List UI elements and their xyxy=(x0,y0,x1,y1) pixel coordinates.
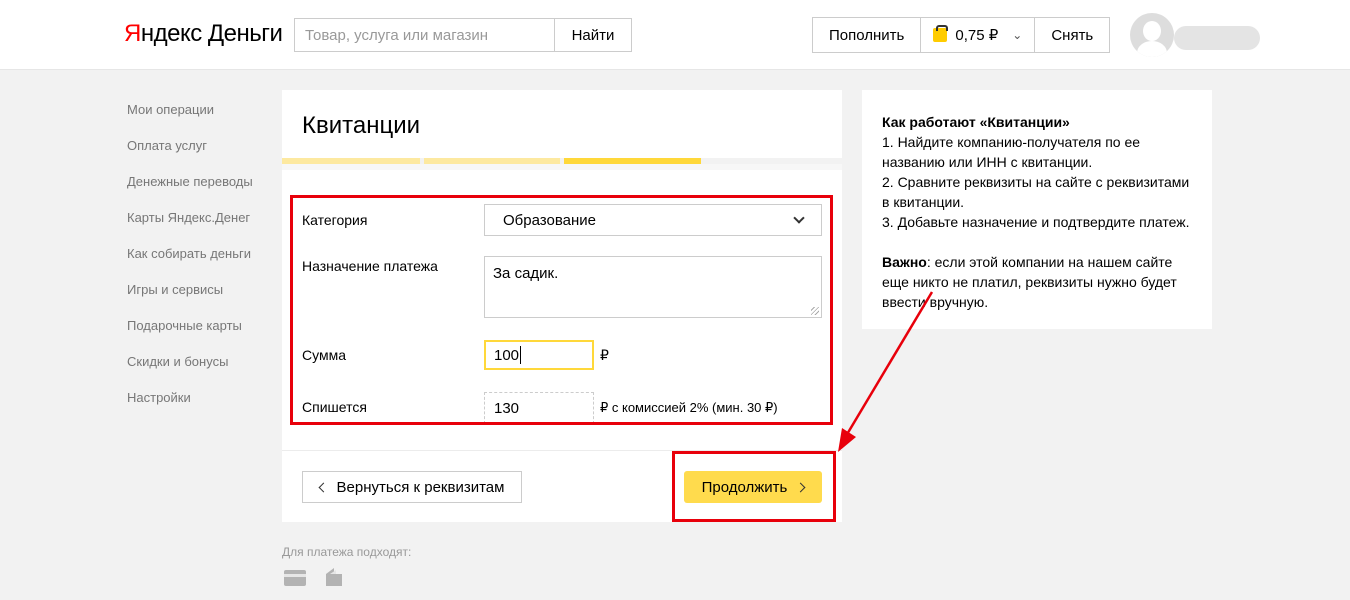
sidebar-item-settings[interactable]: Настройки xyxy=(127,388,253,424)
username-redacted[interactable] xyxy=(1174,26,1260,50)
back-to-details-button[interactable]: Вернуться к реквизитам xyxy=(302,471,522,503)
header: Яндекс Деньги Найти Пополнить 0,75 ₽ ⌄ С… xyxy=(0,0,1350,70)
sidebar-item-games[interactable]: Игры и сервисы xyxy=(127,280,253,316)
annotation-form-highlight xyxy=(290,195,833,425)
avatar-body xyxy=(1137,41,1167,57)
topup-button[interactable]: Пополнить xyxy=(813,18,920,52)
sidebar-item-cards[interactable]: Карты Яндекс.Денег xyxy=(127,208,253,244)
info-title: Как работают «Квитанции» xyxy=(882,114,1070,130)
sidebar-item-payments[interactable]: Оплата услуг xyxy=(127,136,253,172)
sidebar-item-discounts[interactable]: Скидки и бонусы xyxy=(127,352,253,388)
sidebar-item-gift-cards[interactable]: Подарочные карты xyxy=(127,316,253,352)
bank-card-icon xyxy=(284,570,306,586)
info-panel: Как работают «Квитанции» 1. Найдите комп… xyxy=(862,90,1212,329)
withdraw-button[interactable]: Снять xyxy=(1034,18,1109,52)
section-separator xyxy=(282,164,842,170)
search-bar: Найти xyxy=(294,18,632,52)
avatar-head xyxy=(1143,21,1161,41)
sidebar-item-operations[interactable]: Мои операции xyxy=(127,100,253,136)
info-important: Важно: если этой компании на нашем сайте… xyxy=(882,252,1192,312)
chevron-down-icon: ⌄ xyxy=(1012,28,1023,42)
page-title: Квитанции xyxy=(302,112,421,139)
logo-first-letter: Я xyxy=(124,20,141,47)
search-button[interactable]: Найти xyxy=(554,18,632,52)
info-step-1: 1. Найдите компанию-получателя по ее наз… xyxy=(882,134,1141,170)
balance-value: 0,75 ₽ xyxy=(955,27,999,44)
info-important-text: : если этой компании на нашем сайте еще … xyxy=(882,254,1177,310)
wallet-controls: Пополнить 0,75 ₽ ⌄ Снять xyxy=(812,17,1111,53)
balance-dropdown[interactable]: 0,75 ₽ ⌄ xyxy=(920,18,1034,52)
sidebar-item-fundraising[interactable]: Как собирать деньги xyxy=(127,244,253,280)
sidebar: Мои операции Оплата услуг Денежные перев… xyxy=(127,100,253,424)
yandex-money-logo[interactable]: Яндекс Деньги xyxy=(124,20,283,48)
annotation-continue-highlight xyxy=(672,451,836,522)
avatar[interactable] xyxy=(1130,13,1174,57)
logo-rest: ндекс Деньги xyxy=(140,20,283,47)
back-button-label: Вернуться к реквизитам xyxy=(336,478,505,496)
wallet-icon xyxy=(933,25,949,42)
info-important-label: Важно xyxy=(882,254,927,270)
info-step-2: 2. Сравните реквизиты на сайте с реквизи… xyxy=(882,174,1190,210)
sidebar-item-transfers[interactable]: Денежные переводы xyxy=(127,172,253,208)
chevron-left-icon xyxy=(318,482,328,492)
info-step-3: 3. Добавьте назначение и подтвердите пла… xyxy=(882,214,1190,230)
search-input[interactable] xyxy=(294,18,554,52)
yandex-wallet-icon xyxy=(326,568,342,586)
payment-methods-label: Для платежа подходят: xyxy=(282,545,412,559)
